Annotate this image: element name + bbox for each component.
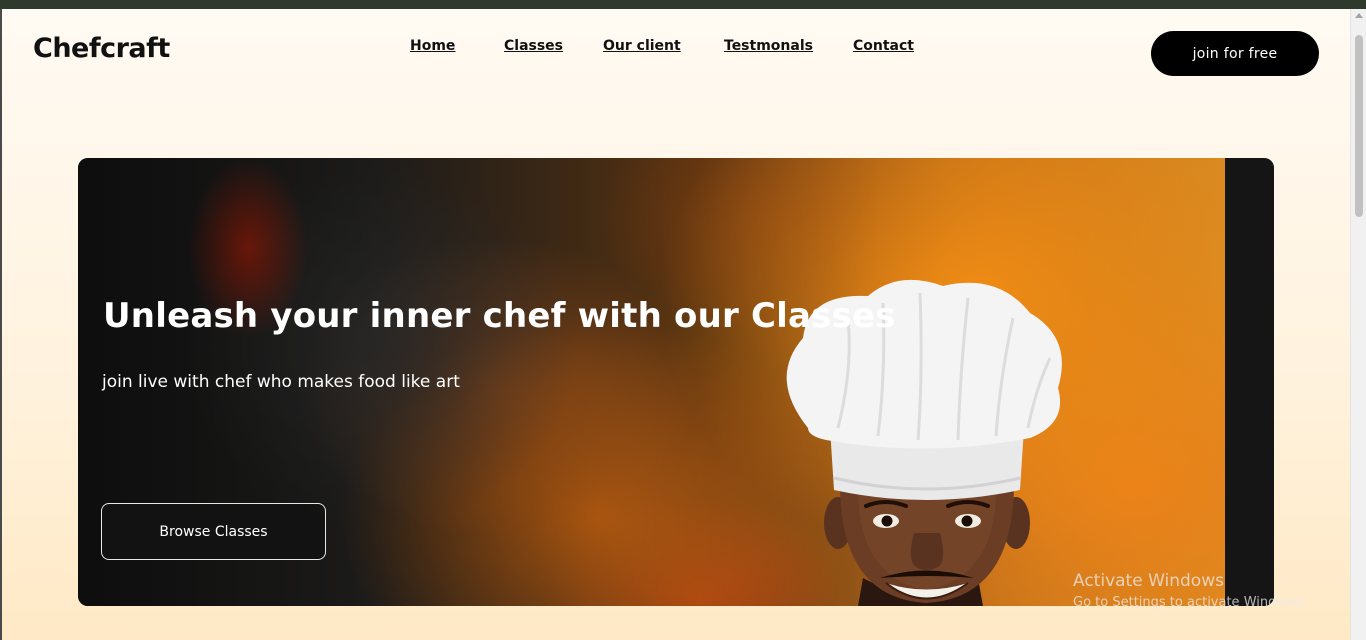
- nav-link-testimonials[interactable]: Testmonals: [724, 38, 813, 54]
- browse-classes-button[interactable]: Browse Classes: [101, 503, 326, 560]
- hero-subtitle: join live with chef who makes food like …: [102, 372, 460, 392]
- landing-page: Chefcraft Home Classes Our client Testmo…: [2, 9, 1350, 640]
- main-nav: Home Classes Our client Testmonals Conta…: [2, 38, 1350, 58]
- nav-link-home[interactable]: Home: [410, 38, 455, 54]
- hero-title: Unleash your inner chef with our Classes: [103, 296, 896, 336]
- scroll-up-arrow-icon[interactable]: [1355, 13, 1363, 18]
- scrollbar-thumb[interactable]: [1355, 35, 1363, 217]
- join-for-free-button[interactable]: join for free: [1151, 31, 1319, 76]
- watermark-subtitle: Go to Settings to activate Windows.: [1073, 595, 1306, 610]
- nav-link-our-client[interactable]: Our client: [603, 38, 681, 54]
- watermark-title: Activate Windows: [1073, 571, 1224, 591]
- nav-link-classes[interactable]: Classes: [504, 38, 563, 54]
- nav-link-contact[interactable]: Contact: [853, 38, 914, 54]
- browser-top-strip: [0, 0, 1366, 9]
- hero-banner: Unleash your inner chef with our Classes…: [78, 158, 1274, 606]
- vertical-scrollbar[interactable]: [1350, 9, 1366, 640]
- hero-dark-band: [1225, 158, 1274, 606]
- activate-windows-watermark: Activate Windows Go to Settings to activ…: [1073, 571, 1306, 610]
